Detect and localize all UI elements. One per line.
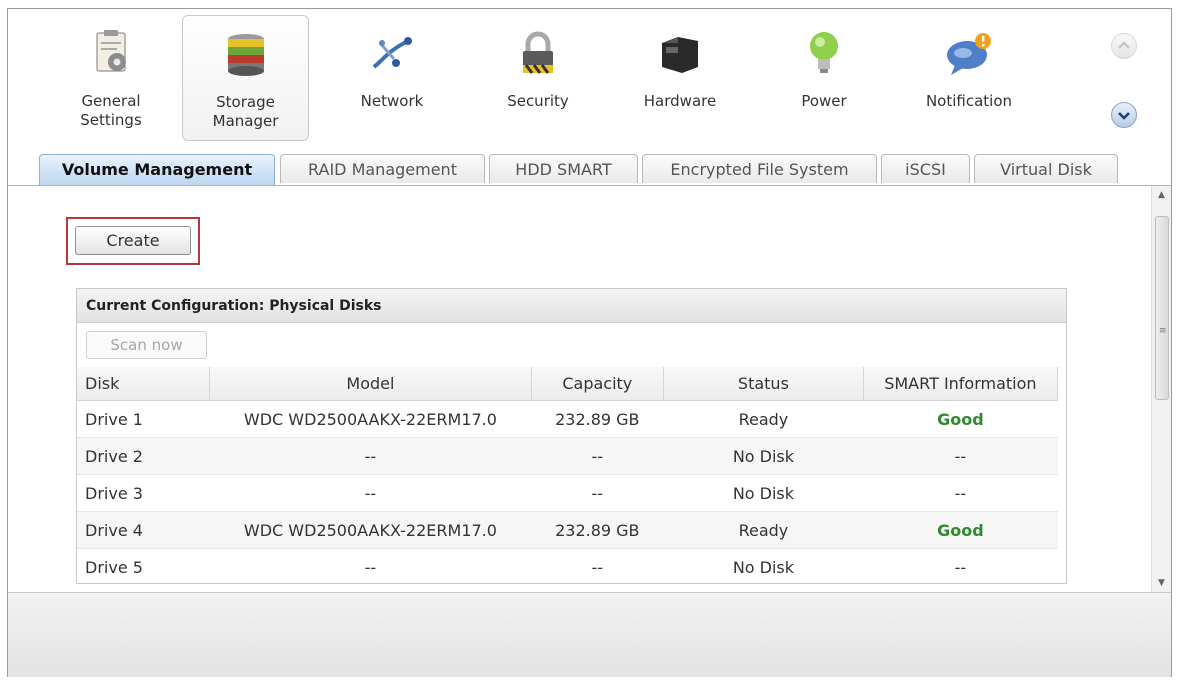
cell-disk: Drive 5 bbox=[77, 548, 210, 583]
cell-smart-information: -- bbox=[863, 437, 1058, 475]
cell-smart-information: -- bbox=[863, 548, 1058, 583]
column-header-smart-information[interactable]: SMART Information bbox=[863, 367, 1059, 401]
power-bulb-icon bbox=[810, 32, 838, 73]
cell-smart-information: Good bbox=[863, 511, 1058, 549]
footer-bar bbox=[8, 592, 1171, 677]
volume-management-content: Create Current Configuration: Physical D… bbox=[8, 186, 1150, 592]
cell-status: No Disk bbox=[663, 474, 864, 512]
cell-disk: Drive 4 bbox=[77, 511, 210, 549]
cell-status: No Disk bbox=[663, 437, 864, 475]
cell-model: WDC WD2500AAKX-22ERM17.0 bbox=[209, 511, 532, 549]
tab-volume-management[interactable]: Volume Management bbox=[39, 154, 275, 185]
cell-status: Ready bbox=[663, 511, 864, 549]
app-hardware[interactable]: Hardware bbox=[630, 15, 730, 141]
app-network[interactable]: Network bbox=[338, 15, 446, 141]
table-row[interactable]: Drive 5 -- -- No Disk -- bbox=[77, 548, 1058, 583]
security-lock-icon bbox=[523, 31, 553, 74]
scroll-down-arrow-icon[interactable]: ▼ bbox=[1152, 578, 1171, 588]
app-label: Power bbox=[801, 92, 847, 110]
app-label: Security bbox=[507, 92, 569, 110]
cell-model: -- bbox=[209, 437, 532, 475]
cell-disk: Drive 1 bbox=[77, 400, 210, 438]
cell-smart-information: -- bbox=[863, 474, 1058, 512]
cell-capacity: -- bbox=[531, 437, 664, 475]
hardware-icon bbox=[662, 37, 698, 73]
app-label: General Settings bbox=[80, 92, 142, 129]
storage-manager-icon bbox=[227, 34, 264, 76]
notification-icon bbox=[947, 33, 991, 75]
table-row[interactable]: Drive 2 -- -- No Disk -- bbox=[77, 437, 1058, 475]
vertical-scrollbar[interactable]: ▲ ≡ ▼ bbox=[1151, 186, 1171, 592]
app-toolbar: General Settings Storage Manager Network… bbox=[8, 9, 1171, 155]
column-header-disk[interactable]: Disk bbox=[77, 367, 211, 401]
cell-capacity: 232.89 GB bbox=[531, 400, 664, 438]
scrollbar-thumb[interactable]: ≡ bbox=[1155, 216, 1169, 400]
tab-encrypted-file-system[interactable]: Encrypted File System bbox=[642, 154, 877, 183]
chevron-up-icon bbox=[1118, 41, 1130, 49]
table-row[interactable]: Drive 4 WDC WD2500AAKX-22ERM17.0 232.89 … bbox=[77, 511, 1058, 549]
column-header-model[interactable]: Model bbox=[209, 367, 532, 401]
tab-hdd-smart[interactable]: HDD SMART bbox=[489, 154, 638, 183]
app-power[interactable]: Power bbox=[784, 15, 864, 141]
column-header-capacity[interactable]: Capacity bbox=[531, 367, 665, 401]
cell-model: -- bbox=[209, 474, 532, 512]
panel-title: Current Configuration: Physical Disks bbox=[77, 289, 1066, 323]
cell-status: No Disk bbox=[663, 548, 864, 583]
cell-model: -- bbox=[209, 548, 532, 583]
grip-icon: ≡ bbox=[1159, 326, 1167, 336]
storage-manager-window: General Settings Storage Manager Network… bbox=[7, 8, 1172, 677]
network-icon bbox=[372, 37, 412, 69]
chevron-down-icon bbox=[1118, 112, 1130, 120]
table-header-row: Disk Model Capacity Status SMART Informa… bbox=[77, 367, 1059, 401]
app-storage-manager[interactable]: Storage Manager bbox=[182, 15, 309, 141]
scan-now-button[interactable]: Scan now bbox=[86, 331, 207, 359]
column-header-status[interactable]: Status bbox=[663, 367, 864, 401]
cell-model: WDC WD2500AAKX-22ERM17.0 bbox=[209, 400, 532, 438]
table-row[interactable]: Drive 3 -- -- No Disk -- bbox=[77, 474, 1058, 512]
create-button[interactable]: Create bbox=[75, 226, 191, 255]
cell-capacity: 232.89 GB bbox=[531, 511, 664, 549]
app-label: Notification bbox=[925, 92, 1013, 110]
app-label: Storage Manager bbox=[212, 93, 279, 130]
cell-capacity: -- bbox=[531, 474, 664, 512]
tab-iscsi[interactable]: iSCSI bbox=[881, 154, 970, 183]
cell-status: Ready bbox=[663, 400, 864, 438]
app-label: Network bbox=[360, 92, 424, 110]
app-general-settings[interactable]: General Settings bbox=[56, 15, 166, 141]
scroll-up-button[interactable] bbox=[1111, 33, 1137, 59]
scroll-down-button[interactable] bbox=[1111, 102, 1137, 128]
scroll-up-arrow-icon[interactable]: ▲ bbox=[1152, 190, 1171, 200]
general-settings-icon bbox=[96, 30, 126, 72]
tab-raid-management[interactable]: RAID Management bbox=[280, 154, 485, 183]
tab-bar: Volume Management RAID Management HDD SM… bbox=[8, 153, 1171, 186]
cell-capacity: -- bbox=[531, 548, 664, 583]
app-label: Hardware bbox=[643, 92, 717, 110]
app-security[interactable]: Security bbox=[488, 15, 588, 141]
cell-smart-information: Good bbox=[863, 400, 1058, 438]
cell-disk: Drive 2 bbox=[77, 437, 210, 475]
table-row[interactable]: Drive 1 WDC WD2500AAKX-22ERM17.0 232.89 … bbox=[77, 400, 1058, 438]
app-notification[interactable]: Notification bbox=[908, 15, 1030, 141]
cell-disk: Drive 3 bbox=[77, 474, 210, 512]
physical-disks-panel: Current Configuration: Physical Disks Sc… bbox=[76, 288, 1067, 584]
tab-virtual-disk[interactable]: Virtual Disk bbox=[974, 154, 1118, 183]
physical-disks-table: Disk Model Capacity Status SMART Informa… bbox=[77, 367, 1059, 583]
